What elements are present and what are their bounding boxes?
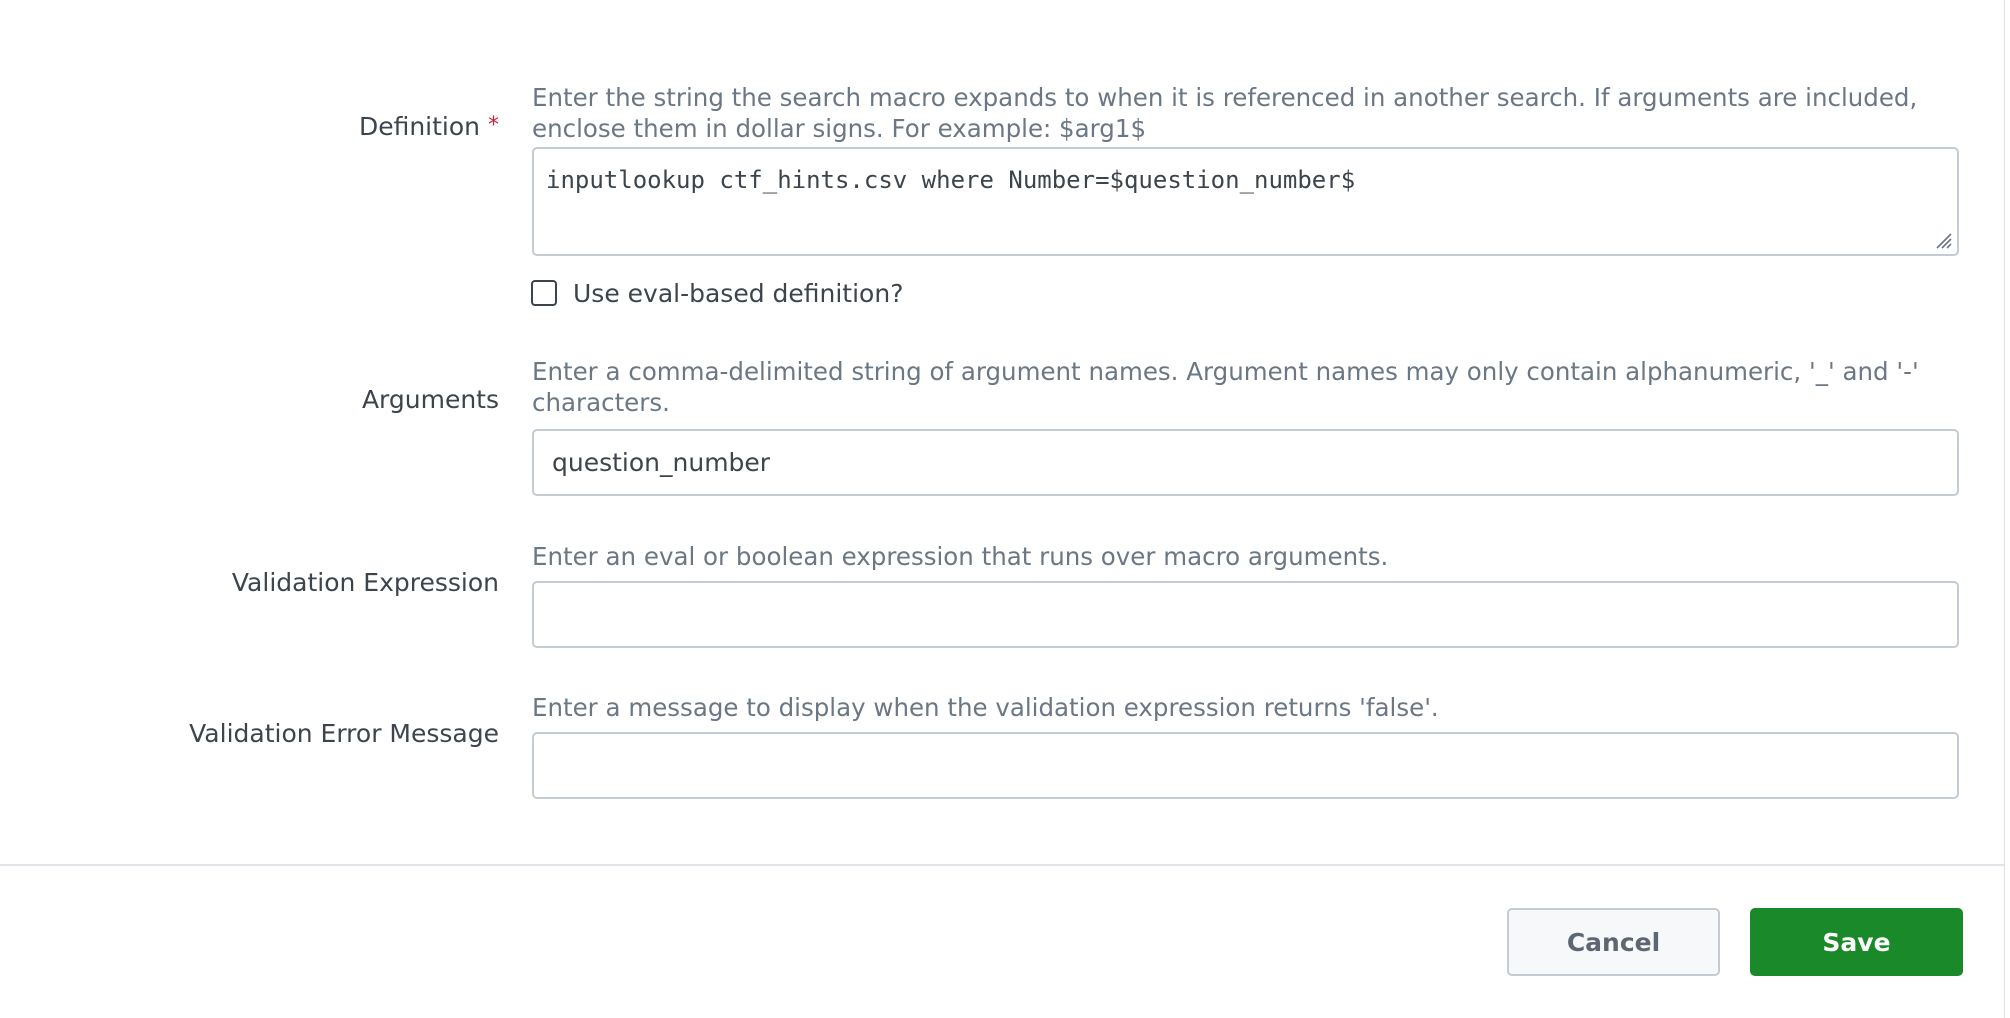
save-button[interactable]: Save (1750, 908, 1963, 976)
definition-textarea[interactable]: inputlookup ctf_hints.csv where Number=$… (532, 147, 1959, 256)
arguments-input[interactable]: question_number (532, 429, 1959, 496)
required-marker: * (488, 113, 499, 138)
macro-edit-form: Definition * Enter the string the search … (0, 0, 2010, 1018)
arguments-help-text: Enter a comma-delimited string of argume… (532, 357, 1919, 417)
validation-error-message-help-text: Enter a message to display when the vali… (532, 693, 1439, 722)
validation-expression-label: Validation Expression (231, 568, 499, 597)
validation-error-message-label: Validation Error Message (189, 719, 499, 748)
eval-definition-checkbox[interactable] (531, 280, 557, 306)
eval-definition-checkbox-row[interactable]: Use eval-based definition? (531, 276, 903, 310)
eval-definition-checkbox-label[interactable]: Use eval-based definition? (573, 279, 903, 308)
validation-expression-input[interactable] (532, 581, 1959, 648)
panel-edge (2004, 0, 2005, 1018)
validation-error-message-input[interactable] (532, 732, 1959, 799)
definition-help-text: Enter the string the search macro expand… (532, 83, 1918, 143)
definition-label-text: Definition (358, 112, 480, 141)
definition-label: Definition * (359, 110, 499, 143)
definition-value: inputlookup ctf_hints.csv where Number=$… (546, 166, 1356, 194)
cancel-button[interactable]: Cancel (1507, 908, 1720, 976)
arguments-value: question_number (552, 448, 771, 477)
footer-divider (0, 864, 2004, 866)
arguments-label: Arguments (361, 385, 499, 414)
validation-expression-help-text: Enter an eval or boolean expression that… (532, 542, 1389, 571)
resize-grip-icon[interactable] (1931, 228, 1953, 250)
